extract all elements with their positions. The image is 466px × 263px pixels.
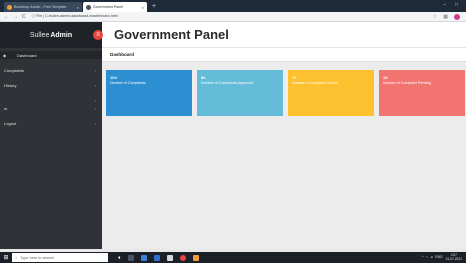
network-icon[interactable]: ▪ [426,255,427,259]
window-controls: – □ [443,2,458,8]
taskbar-pinned-apps: ♦ [118,254,199,261]
chevron-right-icon: › [94,67,96,73]
address-bar-actions: ☆ ▦ [433,14,460,20]
language-indicator[interactable]: ENG [435,255,442,259]
profile-avatar[interactable] [454,14,460,20]
system-tray: ^ ▪ ◂ ENG 2:07 21-07-2021 [422,253,462,261]
tab-label: Bootstrap Admin - Free Template [14,5,67,9]
chevron-right-icon: › [94,97,96,103]
brand-logo[interactable]: Sullee Admin [0,22,102,48]
edge-browser-icon[interactable] [140,254,147,261]
sidebar-item-label: Dashboard [17,52,37,58]
clock-date: 21-07-2021 [445,257,462,261]
chrome-icon[interactable] [179,254,186,261]
page-title: Government Panel [114,27,229,42]
search-icon: ○ [15,255,18,260]
sidebar: ◆ Dashboard Complaints › History › › m ›… [0,48,102,249]
sidebar-item-label: History [4,82,17,88]
sidebar-item-m[interactable]: m › [0,104,102,112]
browser-tab-bar: Bootstrap Admin - Free Template × Govern… [0,0,466,12]
file-explorer-icon[interactable] [166,254,173,261]
system-clock[interactable]: 2:07 21-07-2021 [446,253,462,261]
volume-icon[interactable]: ◂ [431,255,433,259]
sidebar-item-complaints[interactable]: Complaints › [0,66,102,74]
windows-start-icon[interactable]: ⊞ [0,252,12,263]
extensions-icon[interactable]: ▦ [443,14,448,20]
stat-value: 15 [383,75,388,80]
sidebar-item-label: m [4,105,8,111]
dashboard-icon: ◆ [3,52,7,58]
tab-close-icon[interactable]: × [77,5,79,10]
app-header: Sullee Admin ≡ Government Panel [0,22,466,48]
maximize-button[interactable]: □ [455,2,458,8]
sidebar-item-logout[interactable]: Logout › [0,119,102,127]
app-icon[interactable] [192,254,199,261]
stat-card-approved[interactable]: 80 Number of Complaints Approved [197,70,283,116]
taskbar-search-input[interactable]: ○ Type here to search [12,253,108,262]
sidebar-toggle-button[interactable]: ≡ [93,30,103,40]
sidebar-item-label: Logout [4,120,17,126]
tray-up-arrow-icon[interactable]: ^ [422,255,424,259]
stat-caption: Number of Complaint Solved [292,81,338,85]
browser-tab-government-panel[interactable]: Government Panel × [83,2,147,12]
stat-card-pending[interactable]: 15 Number of Complaint Pending [379,70,465,116]
search-placeholder: Type here to search [20,255,54,260]
new-tab-button[interactable]: + [150,3,158,11]
breadcrumb: Dashboard [102,48,466,62]
task-view-icon[interactable] [127,254,134,261]
sidebar-item-blank[interactable]: › [0,96,102,104]
url-field[interactable]: ⓘ File | C:/sullee-admin-dashboard-maste… [32,14,118,19]
back-arrow-icon[interactable]: ← [4,14,9,20]
stat-value: 104 [110,75,117,80]
tab-close-icon[interactable]: × [142,5,144,10]
microphone-icon[interactable]: ♦ [118,255,121,261]
tab-label: Government Panel [93,5,123,9]
chevron-right-icon: › [94,120,96,126]
minimize-button[interactable]: – [443,2,446,8]
forward-arrow-icon[interactable]: → [13,14,18,20]
reload-icon[interactable]: C [22,14,26,20]
stat-value: 80 [201,75,206,80]
stat-caption: Number of Complaints [110,81,146,85]
chevron-right-icon: › [94,82,96,88]
brand-second: Admin [50,31,73,39]
stat-caption: Number of Complaint Pending [383,81,432,85]
address-bar: ← → C ⓘ File | C:/sullee-admin-dashboard… [0,12,466,22]
stat-card-complaints[interactable]: 104 Number of Complaints [106,70,192,116]
sidebar-item-label: Complaints [4,67,25,73]
main-content: Dashboard 104 Number of Complaints 80 Nu… [102,48,466,249]
sidebar-item-dashboard[interactable]: ◆ Dashboard [0,51,102,59]
tab-favicon-icon [7,4,12,10]
store-icon[interactable] [153,254,160,261]
stat-value: 70 [292,75,297,80]
windows-taskbar: ⊞ ○ Type here to search ♦ ^ ▪ ◂ ENG 2:07… [0,252,466,263]
star-icon[interactable]: ☆ [433,14,437,20]
stat-card-solved[interactable]: 70 Number of Complaint Solved [288,70,374,116]
brand-first: Sullee [29,31,50,39]
stat-caption: Number of Complaints Approved [201,81,253,85]
chevron-right-icon: › [94,105,96,111]
tab-favicon-icon [86,4,91,10]
sidebar-item-history[interactable]: History › [0,81,102,89]
browser-tab-bootstrap[interactable]: Bootstrap Admin - Free Template × [4,2,82,12]
